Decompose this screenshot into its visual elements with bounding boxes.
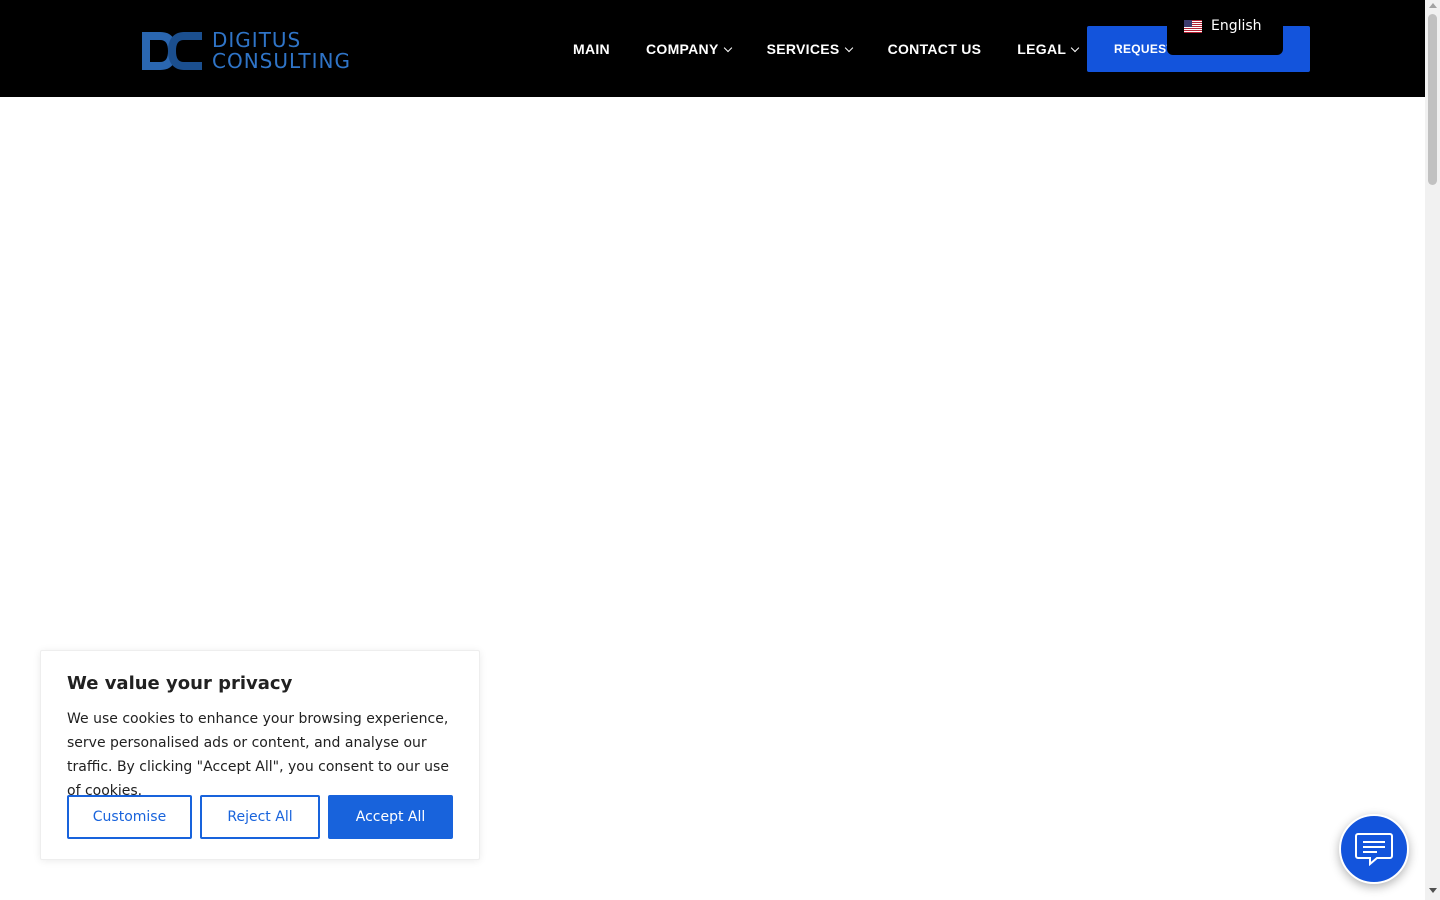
- chevron-down-icon: [723, 43, 732, 52]
- page: DIGITUS CONSULTING MAIN COMPANY SERVICES…: [0, 0, 1440, 900]
- scroll-up-arrow-icon[interactable]: [1429, 3, 1437, 8]
- chat-message-icon: [1355, 833, 1393, 866]
- chevron-down-icon: [844, 43, 853, 52]
- nav-item-label: COMPANY: [645, 41, 719, 57]
- vertical-scrollbar[interactable]: [1425, 0, 1440, 900]
- logo-line-2: CONSULTING: [212, 49, 351, 73]
- site-logo[interactable]: DIGITUS CONSULTING: [140, 29, 370, 74]
- site-header: DIGITUS CONSULTING MAIN COMPANY SERVICES…: [0, 0, 1425, 97]
- logo-text: DIGITUS CONSULTING: [212, 30, 351, 72]
- language-label: English: [1211, 18, 1262, 34]
- reject-all-button[interactable]: Reject All: [200, 795, 320, 839]
- scrollbar-thumb[interactable]: [1428, 14, 1437, 185]
- chat-widget-button[interactable]: [1339, 814, 1409, 884]
- request-button-label: REQUEST: [1114, 42, 1175, 56]
- nav-item-services[interactable]: SERVICES: [766, 41, 853, 57]
- nav-item-label: LEGAL: [1017, 41, 1067, 57]
- us-flag-icon: [1184, 20, 1202, 33]
- nav-item-contact-us[interactable]: CONTACT US: [888, 41, 982, 57]
- nav-item-company[interactable]: COMPANY: [645, 41, 732, 57]
- logo-line-1: DIGITUS: [212, 28, 302, 52]
- cookie-description: We use cookies to enhance your browsing …: [67, 711, 449, 799]
- nav-item-label: MAIN: [573, 41, 610, 57]
- nav-item-main[interactable]: MAIN: [573, 41, 610, 57]
- accept-all-button[interactable]: Accept All: [328, 795, 453, 839]
- nav-item-legal[interactable]: LEGAL: [1017, 41, 1080, 57]
- cookie-consent-banner: We value your privacy We use cookies to …: [40, 650, 480, 860]
- nav-item-label: SERVICES: [766, 41, 840, 57]
- scroll-down-arrow-icon[interactable]: [1429, 888, 1437, 893]
- dc-monogram-icon: [142, 32, 202, 70]
- language-switcher[interactable]: English: [1167, 0, 1283, 55]
- chevron-down-icon: [1071, 43, 1080, 52]
- main-nav: MAIN COMPANY SERVICES CONTACT US LEGAL: [573, 38, 1080, 60]
- customise-button[interactable]: Customise: [67, 795, 192, 839]
- cookie-title: We value your privacy: [67, 673, 293, 694]
- nav-item-label: CONTACT US: [887, 41, 982, 57]
